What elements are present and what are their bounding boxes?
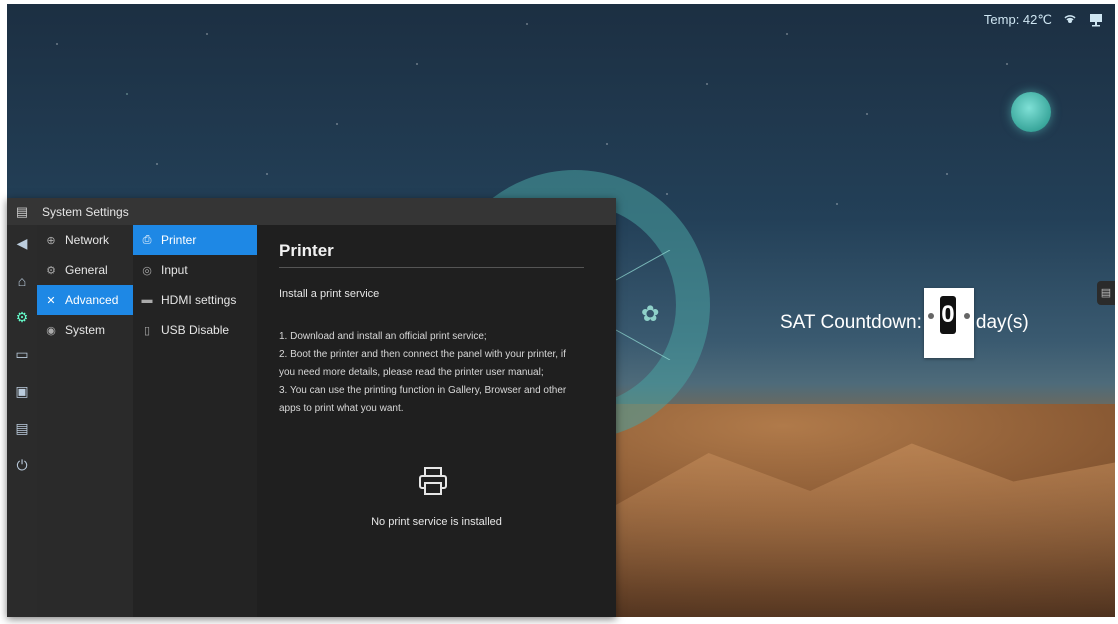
instruction-line: 2. Boot the printer and then connect the… — [279, 349, 566, 360]
countdown-label: SAT Countdown: — [780, 312, 922, 333]
printer-panel: Printer Install a print service 1. Downl… — [257, 225, 616, 617]
instruction-line: 3. You can use the printing function in … — [279, 385, 567, 396]
input-icon: ◎ — [142, 264, 152, 277]
system-settings-window: ▤ System Settings ◀ ⌂ ⚙ ▭ ▣ ▤ ⏻ ⊕ Networ… — [7, 198, 616, 617]
printer-icon: ⎙ — [142, 233, 152, 246]
advanced-submenu: ⎙ Printer ◎ Input ▬ HDMI settings ▯ USB … — [133, 225, 257, 617]
window-titlebar: ▤ System Settings — [7, 198, 616, 225]
screen-icon[interactable]: ▣ — [7, 373, 37, 410]
pin-icon — [927, 313, 934, 319]
gear-icon: ⚙ — [46, 264, 56, 277]
menu-item-general[interactable]: ⚙ General — [37, 255, 133, 285]
empty-state-message: No print service is installed — [371, 516, 502, 528]
settings-window-icon: ▤ — [15, 203, 29, 219]
panel-title: Printer — [279, 241, 334, 260]
submenu-item-printer[interactable]: ⎙ Printer — [133, 225, 257, 255]
apps-icon[interactable]: ✿ — [641, 301, 659, 327]
temperature-readout: Temp: 42℃ — [983, 12, 1052, 27]
submenu-item-hdmi-settings[interactable]: ▬ HDMI settings — [133, 285, 257, 315]
instruction-line: you need more details, please read the p… — [279, 367, 544, 378]
display-icon[interactable]: ▤ — [7, 410, 37, 447]
settings-menu: ⊕ Network ⚙ General ✕ Advanced ◉ System — [37, 225, 133, 617]
floating-orb[interactable] — [1011, 92, 1051, 132]
globe-icon: ⊕ — [46, 234, 56, 247]
display-icon[interactable] — [1088, 13, 1104, 27]
power-icon[interactable]: ⏻ — [7, 447, 37, 484]
instruction-line: 1. Download and install an official prin… — [279, 331, 487, 342]
countdown-value: 0 — [939, 296, 956, 334]
pin-icon — [963, 313, 970, 319]
install-print-service-link[interactable]: Install a print service — [279, 288, 379, 300]
home-icon[interactable]: ⌂ — [7, 262, 37, 299]
status-bar: Temp: 42℃ — [984, 12, 1104, 28]
countdown-digit-card: 0 — [923, 288, 974, 358]
left-dock: ◀ ⌂ ⚙ ▭ ▣ ▤ ⏻ — [7, 225, 37, 617]
submenu-item-input[interactable]: ◎ Input — [133, 255, 257, 285]
menu-item-advanced[interactable]: ✕ Advanced — [37, 285, 133, 315]
printer-icon — [419, 467, 447, 495]
countdown-unit: day(s) — [975, 312, 1029, 333]
back-icon[interactable]: ◀ — [7, 225, 37, 262]
info-icon: ◉ — [46, 324, 56, 337]
menu-item-system[interactable]: ◉ System — [37, 315, 133, 345]
submenu-item-usb-disable[interactable]: ▯ USB Disable — [133, 315, 257, 345]
usb-icon: ▯ — [143, 324, 151, 337]
settings-icon[interactable]: ⚙ — [7, 299, 37, 336]
menu-item-network[interactable]: ⊕ Network — [37, 225, 133, 255]
window-title: System Settings — [42, 204, 129, 219]
countdown-widget: SAT Countdown: 0 day(s) — [780, 288, 1029, 358]
hdmi-icon: ▬ — [141, 294, 153, 306]
folder-icon[interactable]: ▭ — [7, 336, 37, 373]
instruction-line: apps to print what you want. — [279, 403, 404, 414]
title-divider — [279, 267, 584, 268]
side-panel-handle[interactable]: ▤ — [1097, 281, 1115, 305]
instructions: 1. Download and install an official prin… — [279, 328, 599, 418]
wifi-icon[interactable] — [1062, 13, 1078, 27]
tools-icon: ✕ — [46, 294, 56, 307]
